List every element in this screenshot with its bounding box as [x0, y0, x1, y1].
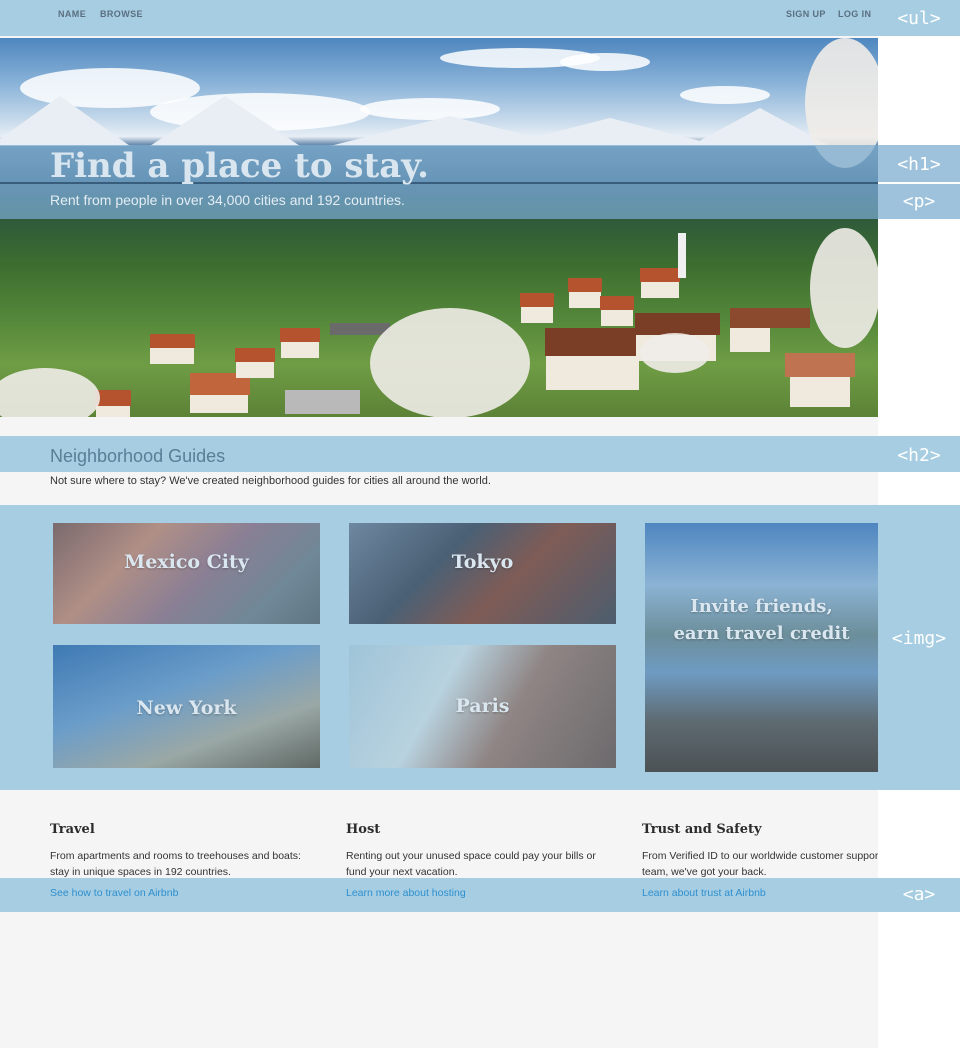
neighborhood-guides-description: Not sure where to stay? We've created ne…	[50, 475, 491, 487]
nav-name-link[interactable]: NAME	[58, 9, 86, 19]
info-column-trust: Trust and Safety From Verified ID to our…	[642, 822, 878, 880]
card-tokyo[interactable]: Tokyo	[349, 523, 616, 624]
nav-login-link[interactable]: LOG IN	[838, 9, 871, 19]
hero-title: Find a place to stay.	[50, 146, 429, 186]
info-column-travel: Travel From apartments and rooms to tree…	[50, 822, 320, 880]
nav-signup-link[interactable]: SIGN UP	[786, 9, 826, 19]
host-heading: Host	[346, 822, 381, 837]
card-tokyo-label: Tokyo	[451, 551, 514, 573]
img-tag-label: <img>	[891, 628, 947, 649]
invite-friends-card[interactable]: Invite friends, earn travel credit	[645, 523, 878, 772]
hero-image	[0, 38, 878, 417]
invite-friends-label: Invite friends, earn travel credit	[645, 593, 878, 647]
ul-tag-label: <ul>	[897, 8, 941, 29]
trust-text: From Verified ID to our worldwide custom…	[642, 850, 878, 878]
neighborhood-guides-title: Neighborhood Guides	[50, 446, 226, 466]
h1-tag-label: <h1>	[897, 154, 941, 175]
invite-line-1: Invite friends,	[690, 596, 833, 617]
trust-link[interactable]: Learn about trust at Airbnb	[642, 887, 766, 899]
travel-text: From apartments and rooms to treehouses …	[50, 850, 301, 878]
hero-subtitle: Rent from people in over 34,000 cities a…	[50, 192, 405, 208]
invite-line-2: earn travel credit	[673, 623, 850, 644]
card-paris-label: Paris	[455, 695, 510, 717]
h2-tag-label: <h2>	[897, 445, 941, 466]
info-column-host: Host Renting out your unused space could…	[346, 822, 616, 880]
card-new-york[interactable]: New York	[53, 645, 320, 768]
nav-browse-link[interactable]: BROWSE	[100, 9, 143, 19]
a-tag-label: <a>	[902, 884, 936, 905]
card-paris[interactable]: Paris	[349, 645, 616, 768]
card-new-york-label: New York	[136, 697, 237, 719]
travel-heading: Travel	[50, 822, 95, 837]
p-tag-label: <p>	[902, 191, 936, 212]
travel-link[interactable]: See how to travel on Airbnb	[50, 887, 178, 899]
trust-heading: Trust and Safety	[642, 822, 762, 837]
card-mexico-city-label: Mexico City	[124, 551, 249, 573]
card-mexico-city[interactable]: Mexico City	[53, 523, 320, 624]
host-text: Renting out your unused space could pay …	[346, 850, 596, 878]
top-nav: NAME BROWSE SIGN UP LOG IN <ul>	[0, 0, 960, 36]
hosting-link[interactable]: Learn more about hosting	[346, 887, 466, 899]
